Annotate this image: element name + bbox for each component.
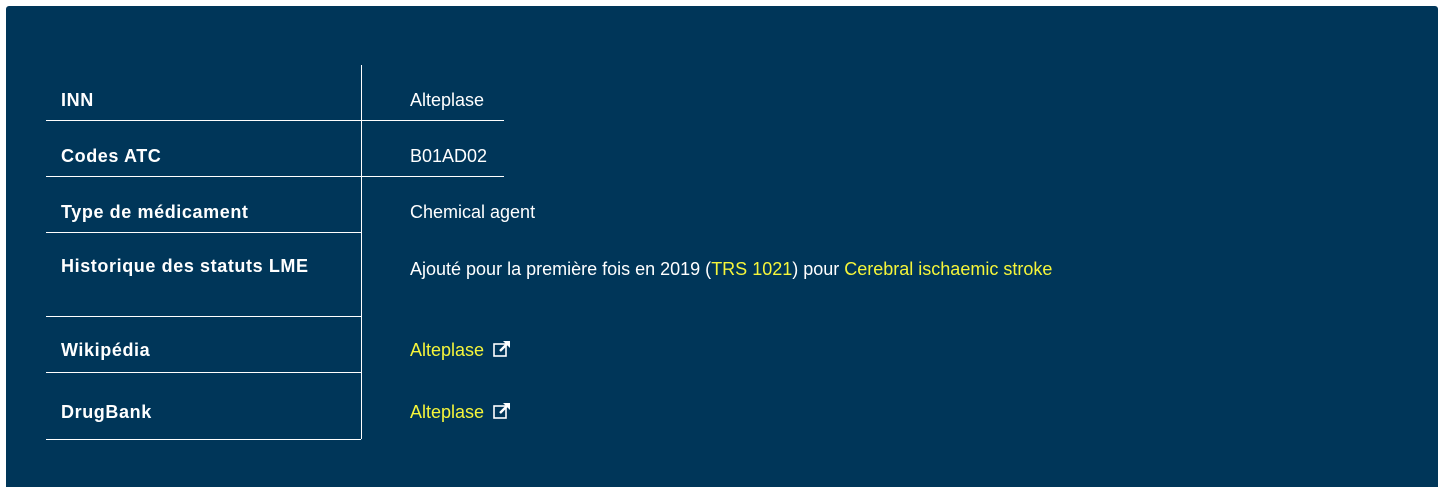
drugbank-label: DrugBank xyxy=(61,402,152,422)
drugbank-value: Alteplase xyxy=(410,402,512,422)
label-cell: Type de médicament xyxy=(46,186,361,233)
label-cell: DrugBank xyxy=(46,382,361,440)
value-cell: B01AD02 xyxy=(361,130,504,177)
label-cell: INN xyxy=(46,74,361,121)
history-value: Ajouté pour la première fois en 2019 (TR… xyxy=(410,259,1052,279)
column-divider xyxy=(361,65,362,439)
medicine-info-panel: INN Alteplase Codes ATC B01AD02 Type de … xyxy=(6,6,1438,487)
label-cell: Historique des statuts LME xyxy=(46,242,361,317)
history-label: Historique des statuts LME xyxy=(61,256,309,276)
type-label: Type de médicament xyxy=(61,202,249,222)
wikipedia-label: Wikipédia xyxy=(61,340,151,360)
inn-label: INN xyxy=(61,90,94,110)
atc-value: B01AD02 xyxy=(410,146,488,166)
drugbank-link[interactable]: Alteplase xyxy=(410,402,484,422)
trs-link[interactable]: TRS 1021 xyxy=(711,259,792,279)
atc-label: Codes ATC xyxy=(61,146,162,166)
indication-link[interactable]: Cerebral ischaemic stroke xyxy=(844,259,1052,279)
external-link-icon[interactable] xyxy=(493,340,512,359)
inn-value: Alteplase xyxy=(410,90,485,110)
type-value: Chemical agent xyxy=(410,202,536,222)
history-middle: ) pour xyxy=(792,259,845,279)
external-link-icon[interactable] xyxy=(493,402,512,421)
wikipedia-link[interactable]: Alteplase xyxy=(410,340,484,360)
history-prefix: Ajouté pour la première fois en 2019 ( xyxy=(410,259,712,279)
wikipedia-value: Alteplase xyxy=(410,340,512,360)
label-cell: Codes ATC xyxy=(46,130,361,177)
label-cell: Wikipédia xyxy=(46,326,361,373)
value-cell: Alteplase xyxy=(361,74,504,121)
